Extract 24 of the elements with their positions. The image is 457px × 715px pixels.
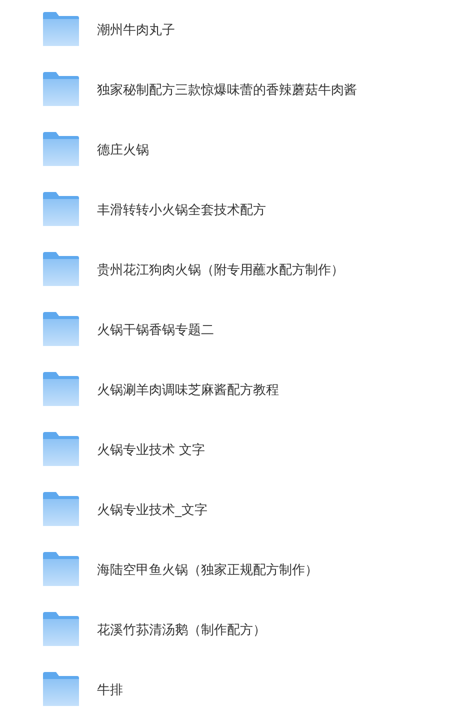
folder-name[interactable]: 独家秘制配方三款惊爆味蕾的香辣蘑菇牛肉酱 — [97, 81, 357, 99]
folder-icon[interactable] — [43, 312, 79, 346]
folder-name[interactable]: 海陆空甲鱼火锅（独家正规配方制作） — [97, 561, 318, 579]
folder-icon[interactable] — [43, 612, 79, 646]
folder-name[interactable]: 火锅干锅香锅专题二 — [97, 321, 214, 339]
folder-icon[interactable] — [43, 492, 79, 526]
folder-icon[interactable] — [43, 252, 79, 286]
folder-name[interactable]: 贵州花江狗肉火锅（附专用蘸水配方制作） — [97, 261, 344, 279]
folder-name[interactable]: 牛排 — [97, 681, 123, 699]
folder-icon[interactable] — [43, 552, 79, 586]
folder-icon[interactable] — [43, 132, 79, 166]
folder-icon[interactable] — [43, 72, 79, 106]
folder-icon[interactable] — [43, 432, 79, 466]
folder-name[interactable]: 火锅专业技术 文字 — [97, 441, 206, 459]
folder-name[interactable]: 德庄火锅 — [97, 141, 149, 159]
folder-name[interactable]: 火锅涮羊肉调味芝麻酱配方教程 — [97, 381, 279, 399]
folder-icon[interactable] — [43, 372, 79, 406]
folder-name[interactable]: 火锅专业技术_文字 — [97, 501, 208, 519]
folder-icon[interactable] — [43, 192, 79, 226]
folder-icon[interactable] — [43, 12, 79, 46]
folder-name[interactable]: 丰滑转转小火锅全套技术配方 — [97, 201, 266, 219]
folder-name[interactable]: 花溪竹荪清汤鹅（制作配方） — [97, 621, 266, 639]
folder-icon[interactable] — [43, 672, 79, 706]
folder-name[interactable]: 潮州牛肉丸子 — [97, 21, 175, 39]
